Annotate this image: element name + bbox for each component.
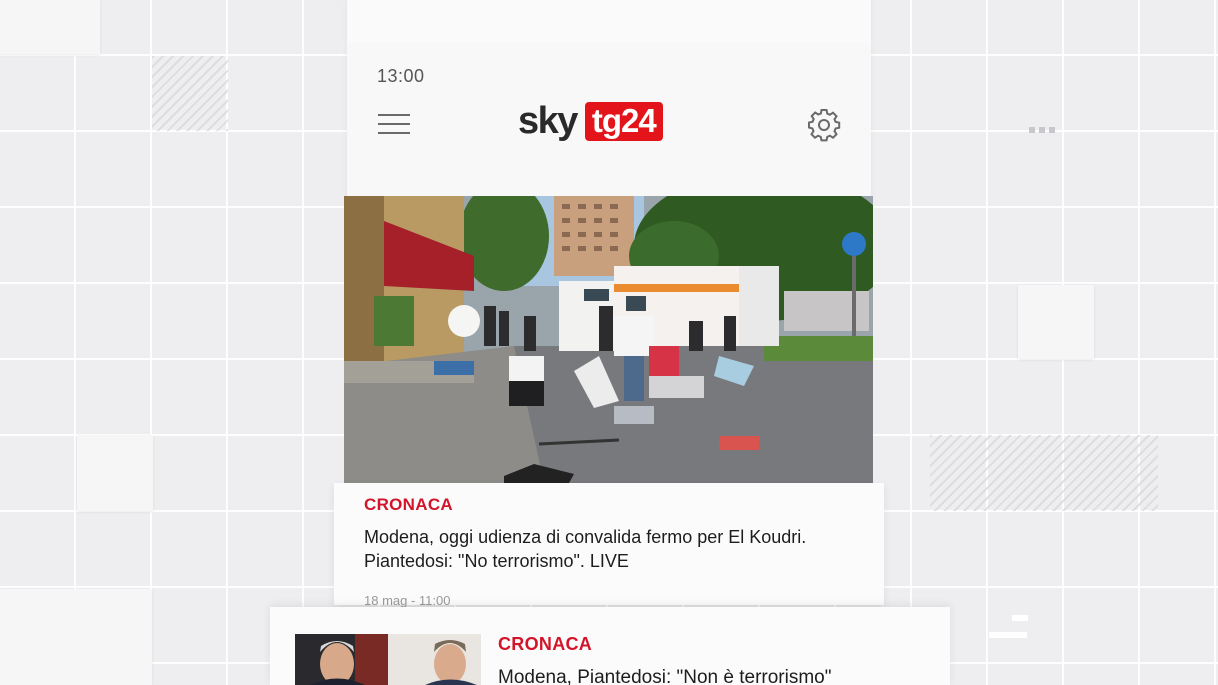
article-category[interactable]: CRONACA [498, 634, 592, 655]
app-header: 13:00 sky tg24 [347, 44, 871, 196]
background-dash [989, 632, 1027, 638]
background-dash [1012, 615, 1028, 621]
article-timestamp: 18 mag - 11:00 [364, 593, 451, 608]
status-time: 13:00 [377, 66, 425, 86]
phone-frame-top [347, 0, 871, 44]
background-hatch [930, 435, 1158, 511]
background-tile [77, 435, 153, 511]
article-category[interactable]: CRONACA [364, 495, 453, 515]
background-hatch [152, 56, 228, 131]
background-dots [1029, 127, 1055, 133]
background-tile [1018, 285, 1094, 359]
background-tile [0, 0, 100, 54]
sky-tg24-logo: sky tg24 [518, 99, 663, 143]
background-tile [0, 589, 152, 685]
logo-brand: sky [518, 100, 578, 142]
featured-article-card[interactable]: CRONACA Modena, oggi udienza di convalid… [334, 483, 884, 608]
logo-channel: tg24 [584, 101, 663, 141]
headline-line: Modena, oggi udienza di convalida fermo … [364, 527, 807, 547]
featured-article-image[interactable] [344, 196, 873, 483]
gear-icon[interactable] [806, 107, 842, 143]
second-article-card[interactable]: CRONACA Modena, Piantedosi: "Non è terro… [270, 607, 950, 685]
hamburger-menu-icon[interactable] [378, 114, 410, 136]
headline-line: Piantedosi: "No terrorismo". LIVE [364, 551, 629, 571]
second-article-thumbnail[interactable] [295, 634, 481, 685]
article-headline[interactable]: Modena, Piantedosi: "Non è terrorismo" [498, 667, 831, 685]
article-headline[interactable]: Modena, oggi udienza di convalida fermo … [364, 525, 864, 573]
